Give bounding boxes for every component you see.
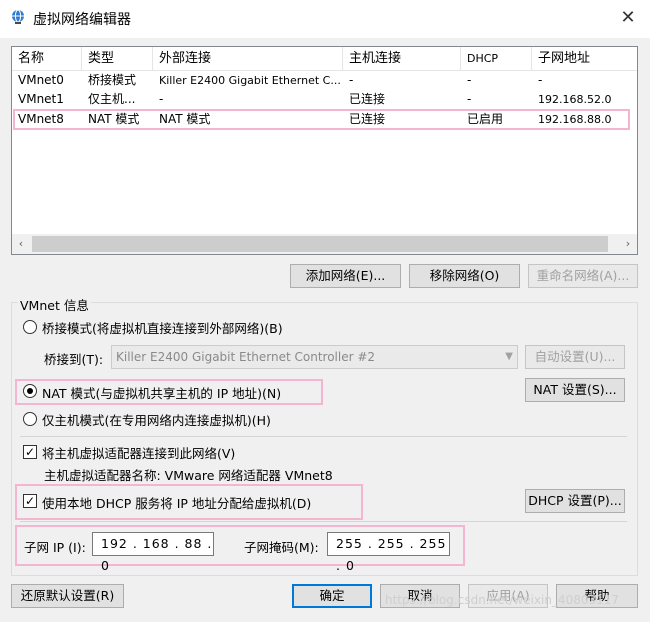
- dhcp-checkbox[interactable]: ✓: [23, 494, 37, 508]
- table-row[interactable]: VMnet1 仅主机... - 已连接 - 192.168.52.0: [12, 90, 637, 109]
- table-row[interactable]: VMnet0 桥接模式 Killer E2400 Gigabit Etherne…: [12, 71, 637, 90]
- cell-host: 已连接: [349, 92, 386, 106]
- subnet-mask-input[interactable]: 255 . 255 . 255 . 0: [327, 532, 450, 573]
- close-button[interactable]: ✕: [616, 6, 640, 30]
- hostonly-label: 仅主机模式(在专用网络内连接虚拟机)(H): [42, 413, 271, 428]
- cell-type: 桥接模式: [88, 73, 137, 87]
- connect-host-adapter-label: 将主机虚拟适配器连接到此网络(V): [42, 446, 236, 461]
- column-header-subnet[interactable]: 子网地址: [532, 47, 637, 71]
- window-title: 虚拟网络编辑器: [33, 12, 131, 28]
- cell-subnet: 192.168.52.0: [538, 93, 612, 106]
- hostonly-radio[interactable]: [23, 412, 37, 426]
- cell-subnet: -: [538, 73, 543, 87]
- subnet-ip-input[interactable]: 192 . 168 . 88 . 0: [92, 532, 214, 573]
- host-adapter-name: 主机虚拟适配器名称: VMware 网络适配器 VMnet8: [44, 468, 333, 483]
- column-header-dhcp[interactable]: DHCP: [461, 47, 532, 71]
- cell-dhcp: -: [467, 92, 472, 106]
- cell-dhcp: -: [467, 73, 472, 87]
- scroll-right-icon[interactable]: ›: [619, 234, 637, 254]
- cell-name: VMnet1: [18, 92, 64, 106]
- cell-type: 仅主机...: [88, 92, 136, 106]
- nat-label: NAT 模式(与虚拟机共享主机的 IP 地址)(N): [42, 386, 282, 401]
- column-header-name[interactable]: 名称: [12, 47, 82, 71]
- bridged-to-label: 桥接到(T):: [44, 352, 104, 367]
- scroll-thumb[interactable]: [32, 236, 608, 252]
- bridged-label: 桥接模式(将虚拟机直接连接到外部网络)(B): [42, 321, 283, 336]
- chevron-down-icon: ▼: [505, 351, 513, 362]
- subnet-ip-label: 子网 IP (I):: [24, 540, 86, 555]
- title-bar: 虚拟网络编辑器 ✕: [0, 0, 650, 38]
- auto-settings-button[interactable]: 自动设置(U)...: [525, 345, 625, 369]
- radio-selected-dot: [27, 388, 33, 394]
- list-header: 名称 类型 外部连接 主机连接 DHCP 子网地址: [12, 47, 637, 71]
- selection-highlight-box: [13, 109, 630, 130]
- divider: [20, 521, 627, 522]
- horizontal-scrollbar[interactable]: ‹ ›: [12, 234, 637, 254]
- bridged-radio[interactable]: [23, 320, 37, 334]
- cell-host: -: [349, 73, 354, 87]
- nat-radio[interactable]: [23, 384, 37, 398]
- ok-button[interactable]: 确定: [292, 584, 372, 608]
- column-header-external[interactable]: 外部连接: [153, 47, 343, 71]
- restore-defaults-button[interactable]: 还原默认设置(R): [11, 584, 124, 608]
- column-header-type[interactable]: 类型: [82, 47, 153, 71]
- dhcp-settings-button[interactable]: DHCP 设置(P)...: [525, 489, 625, 513]
- remove-network-button[interactable]: 移除网络(O): [409, 264, 520, 288]
- column-header-host[interactable]: 主机连接: [343, 47, 461, 71]
- connect-host-adapter-checkbox[interactable]: ✓: [23, 445, 37, 459]
- dhcp-label: 使用本地 DHCP 服务将 IP 地址分配给虚拟机(D): [42, 496, 312, 511]
- network-list[interactable]: 名称 类型 外部连接 主机连接 DHCP 子网地址 VMnet0 桥接模式 Ki…: [11, 46, 638, 255]
- group-title: VMnet 信息: [18, 295, 91, 314]
- add-network-button[interactable]: 添加网络(E)...: [290, 264, 401, 288]
- rename-network-button[interactable]: 重命名网络(A)...: [528, 264, 638, 288]
- network-globe-icon: [12, 9, 24, 24]
- cell-name: VMnet0: [18, 73, 64, 87]
- cell-external: Killer E2400 Gigabit Ethernet C...: [159, 74, 341, 87]
- scroll-left-icon[interactable]: ‹: [12, 234, 30, 254]
- bridged-to-value: Killer E2400 Gigabit Ethernet Controller…: [116, 350, 376, 364]
- subnet-mask-label: 子网掩码(M):: [244, 540, 319, 555]
- cell-external: -: [159, 92, 164, 106]
- watermark: https://blog.csdn.net/weixin_40803117: [385, 593, 620, 607]
- nat-settings-button[interactable]: NAT 设置(S)...: [525, 378, 625, 402]
- divider: [20, 436, 627, 437]
- bridged-to-select[interactable]: Killer E2400 Gigabit Ethernet Controller…: [111, 345, 518, 369]
